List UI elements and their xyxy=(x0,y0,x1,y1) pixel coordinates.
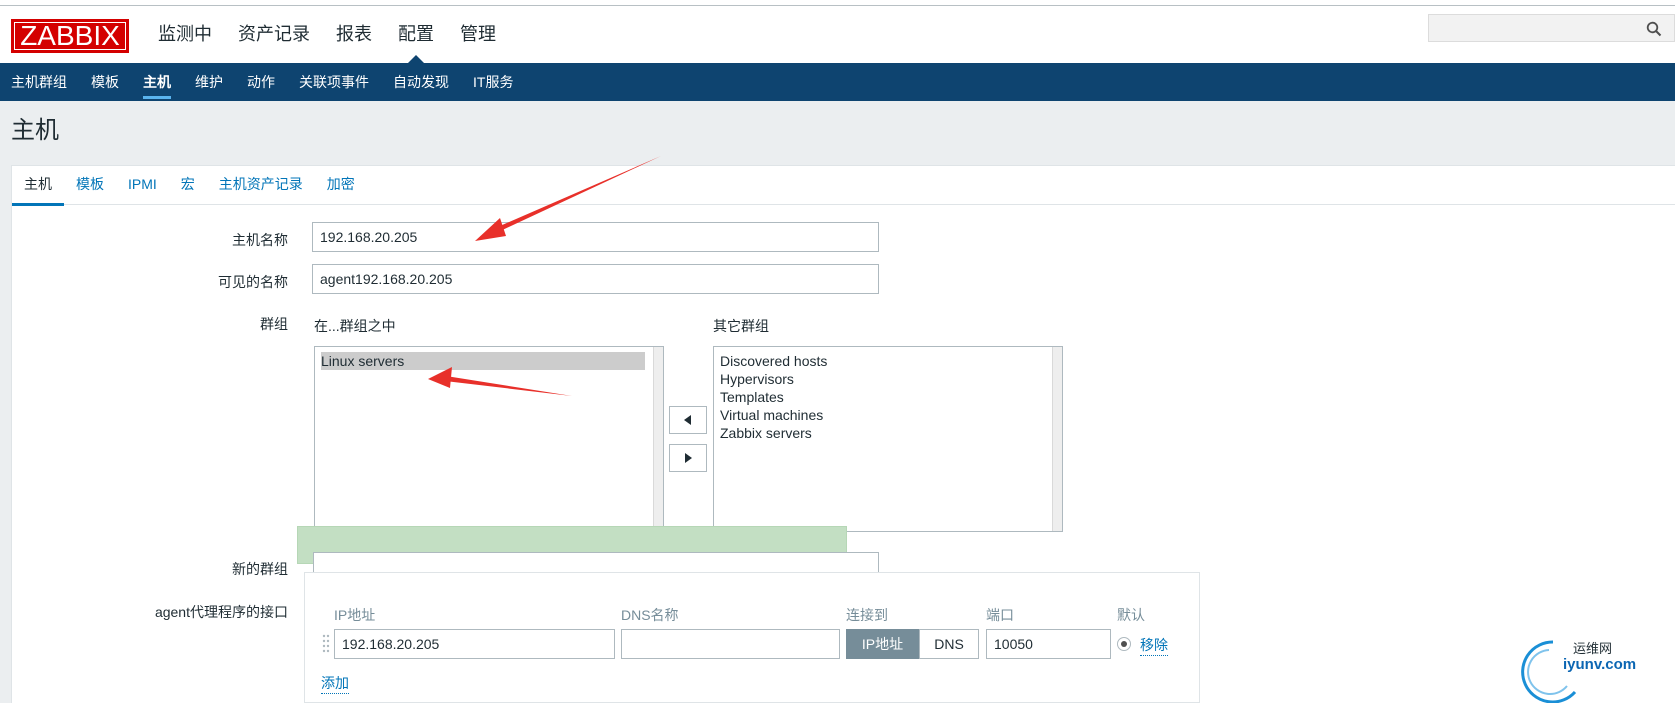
tab-macros[interactable]: 宏 xyxy=(169,166,207,205)
host-name-label: 主机名称 xyxy=(232,232,288,248)
sub-menu-it-services[interactable]: IT服务 xyxy=(461,63,525,101)
iface-header-dns: DNS名称 xyxy=(621,607,679,623)
main-menu-configuration[interactable]: 配置 xyxy=(385,6,447,63)
sub-menu-templates[interactable]: 模板 xyxy=(79,63,131,101)
main-menu: 监测中 资产记录 报表 配置 管理 xyxy=(145,6,509,63)
iface-header-port: 端口 xyxy=(986,607,1014,623)
agent-interfaces-label: agent代理程序的接口 xyxy=(154,604,288,620)
tab-host-inventory[interactable]: 主机资产记录 xyxy=(207,166,315,205)
visible-name-label: 可见的名称 xyxy=(218,274,288,290)
connect-ip-toggle[interactable]: IP地址 xyxy=(846,629,919,659)
page-title: 主机 xyxy=(11,117,59,144)
sub-menu-actions[interactable]: 动作 xyxy=(235,63,287,101)
remove-interface-link[interactable]: 移除 xyxy=(1140,635,1168,656)
sub-menu-discovery[interactable]: 自动发现 xyxy=(381,63,461,101)
groups-label: 群组 xyxy=(260,316,288,332)
iface-header-default: 默认 xyxy=(1117,607,1145,623)
watermark-text-cn: 运维网 xyxy=(1573,641,1613,656)
other-group-option[interactable]: Zabbix servers xyxy=(720,424,1056,442)
global-search-input[interactable] xyxy=(1428,14,1675,42)
other-group-option[interactable]: Templates xyxy=(720,388,1056,406)
form-tabs: 主机 模板 IPMI 宏 主机资产记录 加密 xyxy=(12,166,1675,206)
main-menu-monitoring[interactable]: 监测中 xyxy=(145,6,225,63)
move-right-button[interactable] xyxy=(669,444,707,472)
other-groups-label: 其它群组 xyxy=(713,318,769,334)
tab-encryption[interactable]: 加密 xyxy=(315,166,367,205)
host-name-input[interactable]: 192.168.20.205 xyxy=(312,222,879,252)
visible-name-input[interactable]: agent192.168.20.205 xyxy=(312,264,879,294)
sub-menu-correlation[interactable]: 关联项事件 xyxy=(287,63,381,101)
sub-navigation-bar: 主机群组 模板 主机 维护 动作 关联项事件 自动发现 IT服务 xyxy=(0,63,1675,101)
iface-ip-input[interactable]: 192.168.20.205 xyxy=(334,629,615,659)
move-left-button[interactable] xyxy=(669,406,707,434)
top-navigation-bar: ZABBIX 监测中 资产记录 报表 配置 管理 xyxy=(0,6,1675,63)
search-icon[interactable] xyxy=(1646,21,1662,37)
sub-menu-host-groups[interactable]: 主机群组 xyxy=(0,63,79,101)
main-menu-reports[interactable]: 报表 xyxy=(323,6,385,63)
in-groups-scrollbar[interactable] xyxy=(653,347,663,531)
iface-header-ip: IP地址 xyxy=(334,607,376,623)
other-groups-listbox[interactable]: Discovered hosts Hypervisors Templates V… xyxy=(713,346,1063,532)
in-group-option[interactable]: Linux servers xyxy=(321,352,645,370)
main-menu-inventory[interactable]: 资产记录 xyxy=(225,6,323,63)
tab-templates[interactable]: 模板 xyxy=(64,166,116,205)
drag-handle-icon[interactable] xyxy=(322,633,330,655)
watermark-text-domain: iyunv.com xyxy=(1563,656,1637,673)
other-group-option[interactable]: Discovered hosts xyxy=(720,352,1056,370)
add-interface-link[interactable]: 添加 xyxy=(321,673,349,694)
tab-ipmi[interactable]: IPMI xyxy=(116,166,169,205)
in-groups-listbox[interactable]: Linux servers xyxy=(314,346,664,532)
in-groups-label: 在...群组之中 xyxy=(314,318,396,334)
tab-host[interactable]: 主机 xyxy=(12,166,64,206)
other-group-option[interactable]: Virtual machines xyxy=(720,406,1056,424)
other-groups-scrollbar[interactable] xyxy=(1052,347,1062,531)
connect-dns-toggle[interactable]: DNS xyxy=(919,629,979,659)
sub-menu-hosts[interactable]: 主机 xyxy=(131,63,183,101)
sub-menu-maintenance[interactable]: 维护 xyxy=(183,63,235,101)
main-menu-administration[interactable]: 管理 xyxy=(447,6,509,63)
iface-dns-input[interactable] xyxy=(621,629,840,659)
iface-port-input[interactable]: 10050 xyxy=(986,629,1111,659)
new-group-label: 新的群组 xyxy=(232,561,288,577)
arrow-left-icon xyxy=(684,415,691,425)
default-interface-radio[interactable] xyxy=(1117,637,1131,651)
other-group-option[interactable]: Hypervisors xyxy=(720,370,1056,388)
zabbix-logo[interactable]: ZABBIX xyxy=(11,19,129,53)
iface-header-connect: 连接到 xyxy=(846,607,888,623)
arrow-right-icon xyxy=(685,453,692,463)
